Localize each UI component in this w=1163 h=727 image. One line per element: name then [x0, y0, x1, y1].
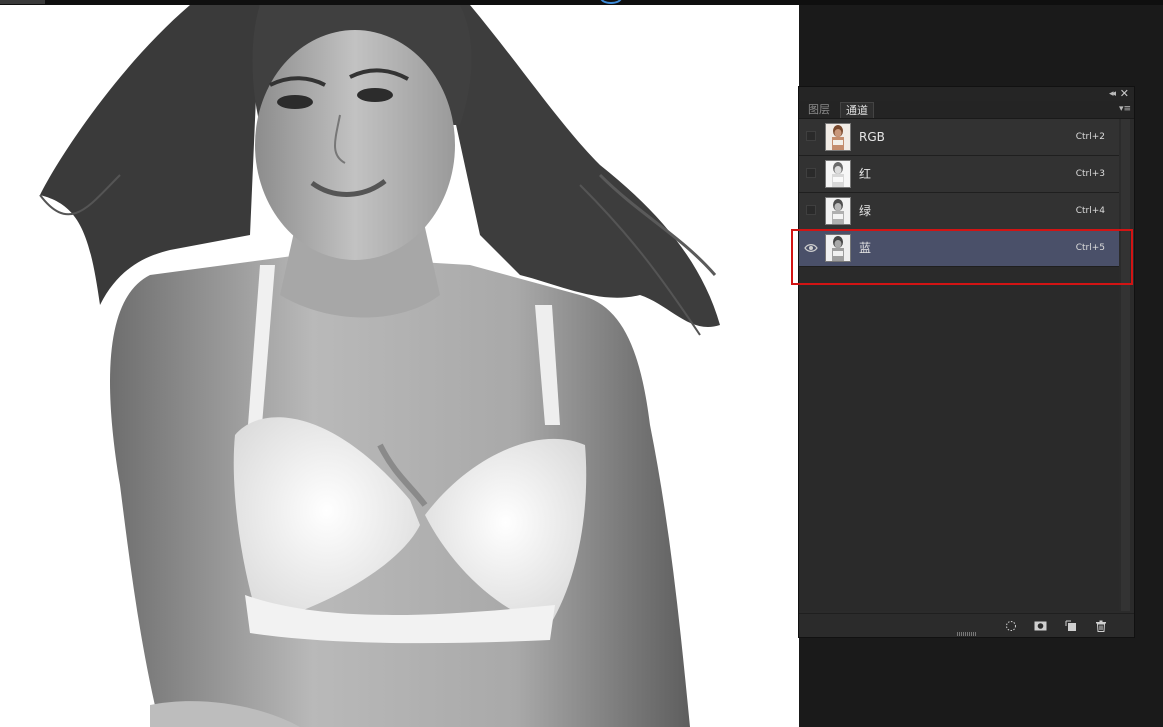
channel-row-red[interactable]: 红 Ctrl+3 — [799, 156, 1119, 193]
panel-tab-row: 图层 通道 ▾≡ — [799, 101, 1134, 119]
channel-shortcut: Ctrl+5 — [1075, 243, 1105, 253]
eye-icon[interactable] — [804, 240, 818, 254]
delete-channel-icon[interactable] — [1095, 617, 1107, 632]
channel-thumbnail — [825, 234, 851, 262]
save-selection-as-channel-icon[interactable] — [1034, 617, 1047, 631]
panel-resize-grip[interactable] — [957, 632, 977, 636]
channel-shortcut: Ctrl+4 — [1075, 206, 1105, 216]
visibility-toggle[interactable] — [806, 205, 816, 215]
tool-indicator-icon — [600, 0, 622, 4]
visibility-toggle[interactable] — [806, 168, 816, 178]
document-canvas[interactable] — [0, 5, 799, 727]
channel-list: RGB Ctrl+2 红 Ctrl+3 绿 Ctrl+4 蓝 Ctrl+5 — [799, 119, 1119, 611]
channel-list-scrollbar[interactable] — [1121, 119, 1130, 611]
photoshop-workspace: ◂◂ ✕ 图层 通道 ▾≡ RGB Ctrl+2 红 Ctrl+3 绿 Ctrl… — [0, 0, 1163, 727]
channel-thumbnail — [825, 123, 851, 151]
channel-thumbnail — [825, 160, 851, 188]
channel-row-rgb[interactable]: RGB Ctrl+2 — [799, 119, 1119, 156]
visibility-toggle[interactable] — [806, 131, 816, 141]
collapse-panel-icon[interactable]: ◂◂ — [1109, 88, 1116, 100]
channel-shortcut: Ctrl+2 — [1075, 132, 1105, 142]
tab-layers[interactable]: 图层 — [803, 102, 835, 118]
channel-name: 绿 — [859, 204, 872, 218]
panel-titlebar[interactable]: ◂◂ ✕ — [799, 87, 1134, 101]
new-channel-icon[interactable] — [1065, 617, 1077, 631]
channel-preview-image — [39, 5, 720, 727]
channel-row-blue[interactable]: 蓝 Ctrl+5 — [799, 230, 1119, 267]
channel-name: 红 — [859, 167, 872, 181]
channel-shortcut: Ctrl+3 — [1075, 169, 1105, 179]
close-icon[interactable]: ✕ — [1120, 87, 1129, 100]
channels-panel: ◂◂ ✕ 图层 通道 ▾≡ RGB Ctrl+2 红 Ctrl+3 绿 Ctrl… — [798, 86, 1135, 638]
tab-channels[interactable]: 通道 — [840, 102, 874, 118]
channel-thumbnail — [825, 197, 851, 225]
channel-row-green[interactable]: 绿 Ctrl+4 — [799, 193, 1119, 230]
channel-name: 蓝 — [859, 241, 872, 255]
channel-name: RGB — [859, 130, 885, 144]
panel-menu-icon[interactable]: ▾≡ — [1119, 103, 1131, 115]
document-tab[interactable] — [0, 0, 45, 4]
panel-footer — [799, 613, 1134, 632]
load-channel-as-selection-icon[interactable] — [1005, 617, 1017, 631]
